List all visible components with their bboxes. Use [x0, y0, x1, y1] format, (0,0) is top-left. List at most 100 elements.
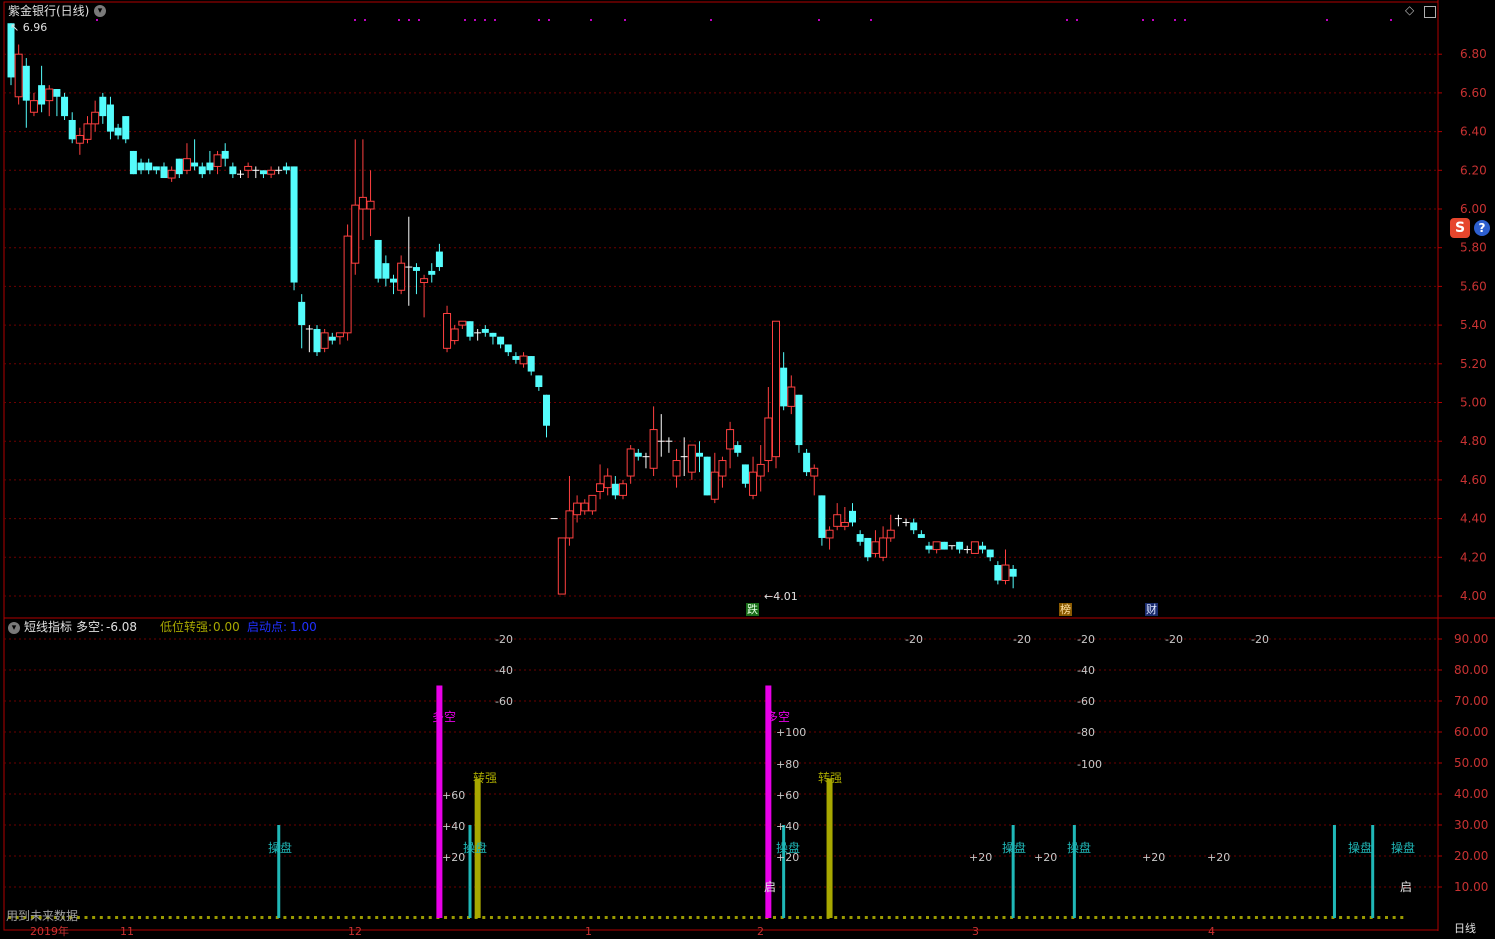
- baseline-dot: [719, 916, 723, 919]
- price-tick-label: 5.80: [1460, 241, 1487, 255]
- baseline-dot: [1385, 916, 1388, 919]
- candle-body: [756, 463, 765, 477]
- baseline-dot: [482, 916, 486, 919]
- price-tick-label: 6.20: [1460, 163, 1487, 177]
- signal-dot: [1142, 19, 1144, 21]
- candle-body: [626, 448, 635, 477]
- candle-body: [527, 356, 535, 372]
- baseline-dot: [145, 916, 149, 919]
- offset-label: +20: [442, 851, 465, 864]
- candle-body: [970, 541, 979, 554]
- baseline-dot: [834, 916, 838, 919]
- baseline-dot: [1063, 916, 1067, 919]
- baseline-dot: [1178, 916, 1182, 919]
- baseline-dot: [1094, 916, 1098, 919]
- stock-title[interactable]: 紫金银行(日线): [8, 4, 89, 18]
- baseline-dot: [1308, 916, 1312, 919]
- candle-body: [879, 537, 888, 558]
- baseline-dot: [191, 916, 195, 919]
- baseline-dot: [971, 916, 975, 919]
- maximize-icon[interactable]: [1424, 6, 1436, 18]
- offset-label: +60: [442, 789, 465, 802]
- baseline-dot: [979, 916, 983, 919]
- candle-body: [764, 417, 773, 462]
- baseline-dot: [589, 916, 593, 919]
- baseline-dot: [489, 916, 493, 919]
- baseline-dot: [283, 916, 287, 919]
- signal-dot: [96, 19, 98, 21]
- indicator-dropdown-icon[interactable]: ▾: [8, 622, 20, 634]
- candle-body: [986, 549, 994, 558]
- baseline-dot: [398, 916, 402, 919]
- baseline-dot: [459, 916, 463, 919]
- offset-label: +40: [442, 820, 465, 833]
- indicator-lowstrong-value: 0.00: [213, 620, 240, 634]
- indicator-bar-label: 操盘: [1002, 840, 1026, 855]
- baseline-dot: [344, 916, 348, 919]
- candle-body: [390, 278, 397, 283]
- indicator-name[interactable]: 短线指标: [24, 620, 72, 634]
- period-label[interactable]: 日线: [1454, 922, 1476, 936]
- baseline-dot: [306, 916, 310, 919]
- candle-body: [840, 521, 849, 527]
- candle-body: [833, 514, 842, 527]
- help-icon[interactable]: ?: [1474, 220, 1490, 236]
- candle-body: [543, 394, 550, 426]
- baseline-dot: [818, 916, 822, 919]
- candle-body: [290, 166, 298, 283]
- candle-body: [795, 394, 803, 446]
- candle-body: [137, 162, 145, 171]
- candle-body: [122, 116, 130, 140]
- candle-body: [29, 100, 38, 113]
- baseline-dot: [314, 916, 317, 919]
- offset-label: +100: [776, 726, 806, 739]
- title-dropdown-icon[interactable]: ▾: [94, 5, 106, 17]
- indicator-bar-label: 转强: [818, 770, 842, 785]
- candle-body: [435, 251, 443, 268]
- price-tick-label: 6.00: [1460, 202, 1487, 216]
- indicator-bar: [782, 825, 786, 918]
- baseline-dot: [1163, 916, 1167, 919]
- baseline-dot: [543, 916, 547, 919]
- candle-body: [810, 467, 819, 477]
- baseline-dot: [673, 916, 677, 919]
- baseline-dot: [1216, 916, 1220, 919]
- baseline-dot: [1048, 916, 1052, 919]
- offset-label: -20: [905, 633, 923, 646]
- candle-body: [596, 483, 605, 493]
- signal-dot: [538, 19, 540, 21]
- indicator-bar-label: 操盘: [1067, 840, 1091, 855]
- baseline-dot: [1017, 916, 1021, 919]
- diamond-icon[interactable]: ◇: [1405, 3, 1414, 17]
- baseline-dot: [1056, 916, 1060, 919]
- sogou-s-icon[interactable]: S: [1450, 218, 1470, 238]
- chart-canvas[interactable]: 操盘多空操盘转强多空操盘转强操盘 操盘 操盘 操盘-20-40-60+60+40+20…: [0, 0, 1495, 931]
- baseline-dot: [1254, 916, 1258, 919]
- signal-dot: [870, 19, 872, 21]
- baseline-dot: [535, 916, 539, 919]
- marker-bang[interactable]: 榜: [1059, 603, 1072, 616]
- baseline-dot: [497, 916, 501, 919]
- candle-body: [772, 320, 780, 458]
- baseline-dot: [642, 916, 646, 919]
- baseline-dot: [206, 916, 210, 919]
- baseline-dot: [551, 916, 555, 919]
- candle-body: [580, 502, 589, 512]
- baseline-dot: [1109, 916, 1113, 919]
- offset-label: -20: [1077, 633, 1095, 646]
- candle-body: [298, 301, 306, 326]
- baseline-dot: [918, 916, 922, 919]
- offset-label: -60: [495, 695, 513, 708]
- baseline-dot: [122, 916, 126, 919]
- signal-dot: [590, 19, 592, 21]
- baseline-dot: [627, 916, 631, 919]
- baseline-dot: [650, 916, 654, 919]
- baseline-dot: [1392, 916, 1396, 919]
- marker-cai[interactable]: 财: [1145, 603, 1158, 616]
- marker-die[interactable]: 跌: [746, 603, 759, 616]
- date-label-3: 3: [972, 925, 979, 938]
- candle-body: [320, 332, 329, 349]
- date-label-2: 2: [757, 925, 764, 938]
- candle-body: [106, 104, 114, 132]
- indicator-tick-label: 40.00: [1454, 787, 1488, 801]
